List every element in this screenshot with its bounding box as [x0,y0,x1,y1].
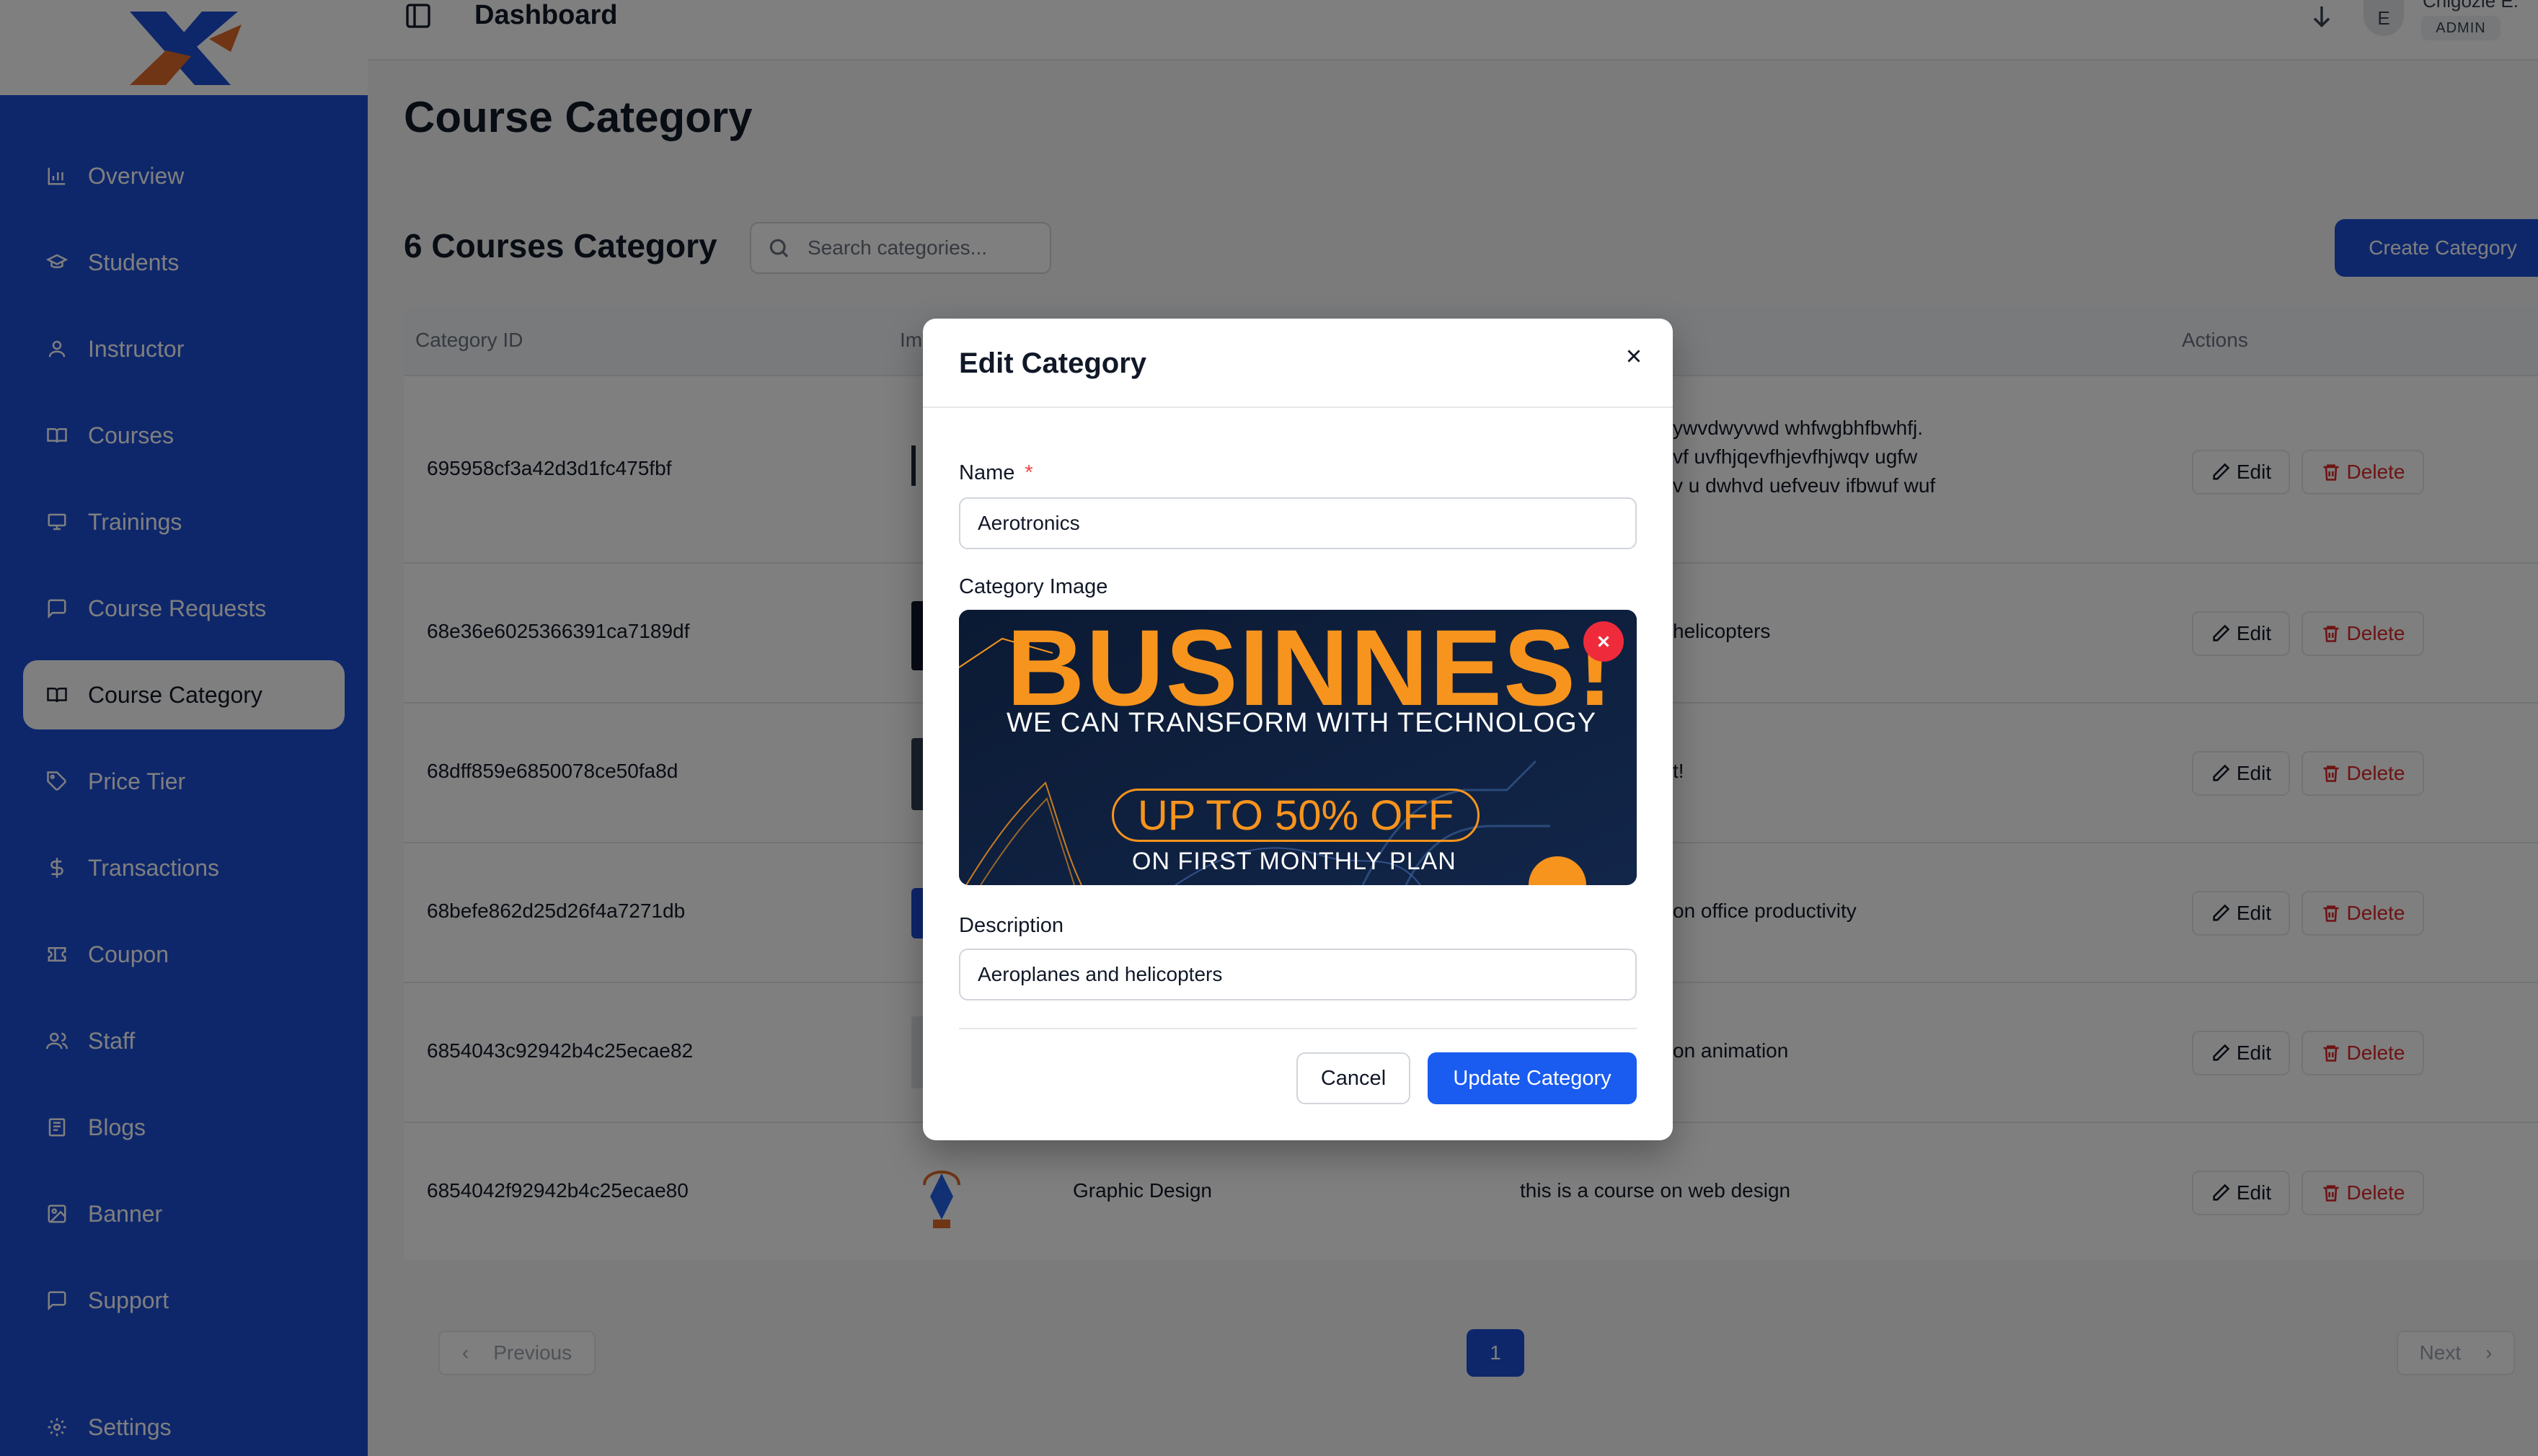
update-category-button[interactable]: Update Category [1428,1052,1637,1104]
category-image-preview: BUSINNES! WE CAN TRANSFORM WITH TECHNOLO… [959,610,1637,885]
edit-category-dialog: Edit Category Name* Category Image [923,319,1673,1140]
close-icon [1598,636,1609,647]
dialog-divider [959,1028,1637,1029]
required-marker: * [1025,461,1033,484]
name-label: Name * [959,461,1033,484]
banner-subline: WE CAN TRANSFORM WITH TECHNOLOGY [1007,708,1597,738]
banner-plan: ON FIRST MONTHLY PLAN [1132,848,1456,875]
banner-offer: UP TO 50% OFF [1112,789,1480,842]
category-image-label: Category Image [959,575,1108,598]
description-label: Description [959,914,1064,937]
description-input[interactable] [959,949,1637,1000]
remove-image-button[interactable] [1583,621,1624,662]
name-input[interactable] [959,497,1637,549]
cancel-button[interactable]: Cancel [1296,1052,1410,1104]
close-button[interactable] [1621,343,1647,369]
close-icon [1627,350,1640,363]
dialog-header: Edit Category [923,319,1673,408]
dialog-title: Edit Category [959,347,1147,379]
